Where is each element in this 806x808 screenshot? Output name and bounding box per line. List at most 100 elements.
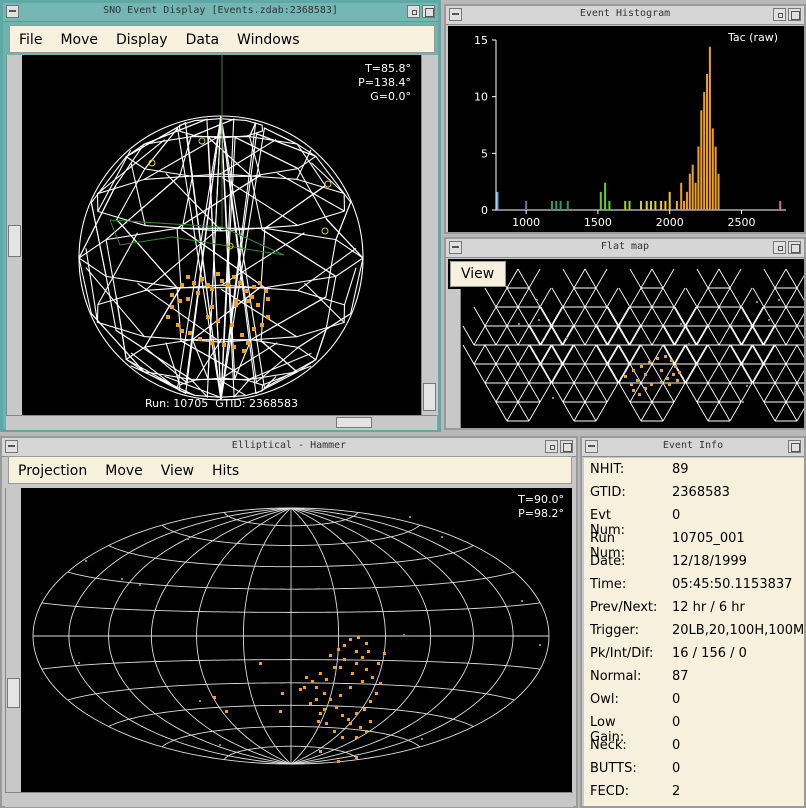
histogram-bar (645, 200, 648, 210)
flat-edge (618, 344, 631, 365)
y-tick-label: 10 (474, 91, 488, 104)
window-menu-icon[interactable] (585, 440, 598, 453)
window-menu-icon[interactable] (5, 440, 18, 453)
flat-edge (562, 401, 575, 422)
histogram-titlebar[interactable]: Event Histogram (446, 6, 804, 25)
event-display-vscrollbar-right[interactable] (421, 55, 438, 415)
flat-hit (668, 383, 671, 386)
maximize-icon[interactable] (788, 8, 801, 21)
flat-edge (584, 287, 597, 308)
minimize-icon[interactable] (773, 241, 786, 254)
info-value: 2 (672, 784, 681, 799)
menu-data[interactable]: Data (177, 26, 228, 48)
hammer-hit (369, 720, 372, 723)
hammer-hscrollbar[interactable] (5, 792, 573, 807)
flat-edge (741, 344, 754, 365)
hammer-hit (333, 730, 336, 733)
maximize-icon[interactable] (788, 241, 801, 254)
event-display-hscrollbar[interactable] (6, 415, 437, 430)
hammer-titlebar[interactable]: Elliptical - Hammer (2, 438, 576, 457)
histogram-bar (650, 200, 653, 210)
flat-edge (551, 363, 564, 384)
window-menu-icon[interactable] (449, 8, 462, 21)
vscroll-right-thumb[interactable] (423, 383, 436, 411)
hammer-hit (355, 712, 358, 715)
flat-edge (495, 363, 508, 384)
flat-edge (484, 287, 497, 308)
flat-edge (484, 306, 497, 327)
window-menu-icon[interactable] (6, 5, 19, 18)
histogram-bar (660, 200, 663, 210)
flat-edge (695, 325, 708, 346)
pmt-hit (170, 305, 174, 309)
flat-edge (640, 401, 653, 422)
flat-edge (584, 268, 597, 289)
flatmap-titlebar[interactable]: Flat map (446, 239, 804, 258)
flat-hit-noise (552, 397, 554, 399)
flat-edge (707, 325, 720, 346)
flat-edge (517, 325, 530, 346)
hscroll-thumb[interactable] (336, 417, 372, 428)
view-button[interactable]: View (450, 261, 506, 287)
flat-edge (662, 268, 675, 289)
flat-edge (628, 344, 641, 365)
hammer-menubar: Projection Move View Hits (8, 456, 572, 484)
pmt-hit (198, 337, 202, 341)
flat-edge (550, 325, 563, 346)
hammer-canvas[interactable]: T=90.0° P=98.2° (21, 488, 572, 792)
maximize-icon[interactable] (788, 440, 801, 453)
wire-edge (165, 173, 222, 232)
flat-hit (638, 393, 641, 396)
histogram-bar (688, 173, 691, 210)
menu-projection[interactable]: Projection (9, 457, 96, 479)
wire-edge (262, 365, 312, 386)
menu-windows[interactable]: Windows (228, 26, 309, 48)
hammer-vscrollbar[interactable] (5, 488, 22, 792)
flat-edge (696, 325, 709, 346)
event-display-titlebar[interactable]: SNO Event Display [Events.zdab:2368583] (3, 3, 438, 22)
flat-edge (651, 363, 664, 384)
hammer-hit (305, 676, 308, 679)
menu-move[interactable]: Move (51, 26, 107, 48)
hammer-hit (329, 698, 332, 701)
sphere-canvas[interactable]: T=85.8° P=138.4° G=0.0° Run: 10705 GTID:… (22, 55, 421, 415)
minimize-icon[interactable] (545, 440, 558, 453)
info-value: 0 (672, 738, 681, 753)
flat-hit (664, 355, 667, 358)
menu-file[interactable]: File (10, 26, 51, 48)
vscroll-thumb[interactable] (8, 225, 21, 257)
flat-edge (718, 344, 731, 365)
hammer-hit-noise (403, 634, 405, 636)
menu-display[interactable]: Display (107, 26, 177, 48)
hammer-hit (369, 700, 372, 703)
histogram-bar (694, 182, 697, 210)
flat-edge (484, 363, 497, 384)
histogram-bar (706, 74, 709, 210)
flatmap-canvas[interactable]: View (448, 259, 804, 428)
flat-edge (707, 363, 720, 384)
flat-edge (551, 306, 564, 327)
maximize-icon[interactable] (422, 5, 435, 18)
flat-edge (774, 382, 787, 403)
flatmap-vscrollbar[interactable] (448, 289, 461, 428)
minimize-icon[interactable] (407, 5, 420, 18)
hammer-hit (259, 662, 262, 665)
flat-edge (662, 401, 675, 422)
menu-move[interactable]: Move (96, 457, 152, 479)
histogram-canvas[interactable]: 1000 1500 2000 2500 0 5 10 15 Tac (raw) (448, 26, 804, 232)
hammer-hit (361, 680, 364, 683)
minimize-icon[interactable] (773, 8, 786, 21)
pmt-hit (186, 297, 190, 301)
maximize-icon[interactable] (560, 440, 573, 453)
info-value: 12/18/1999 (672, 554, 747, 569)
event-info-titlebar[interactable]: Event Info (582, 438, 804, 457)
menu-hits[interactable]: Hits (203, 457, 248, 479)
flat-edge (607, 325, 620, 346)
hammer-window: Elliptical - Hammer Projection Move View Hi… (0, 436, 578, 808)
hammer-hit (311, 680, 314, 683)
menu-view[interactable]: View (152, 457, 203, 479)
wire-edge (180, 340, 250, 380)
event-display-vscrollbar[interactable] (6, 55, 23, 415)
vscroll-thumb[interactable] (7, 678, 20, 708)
window-menu-icon[interactable] (449, 241, 462, 254)
